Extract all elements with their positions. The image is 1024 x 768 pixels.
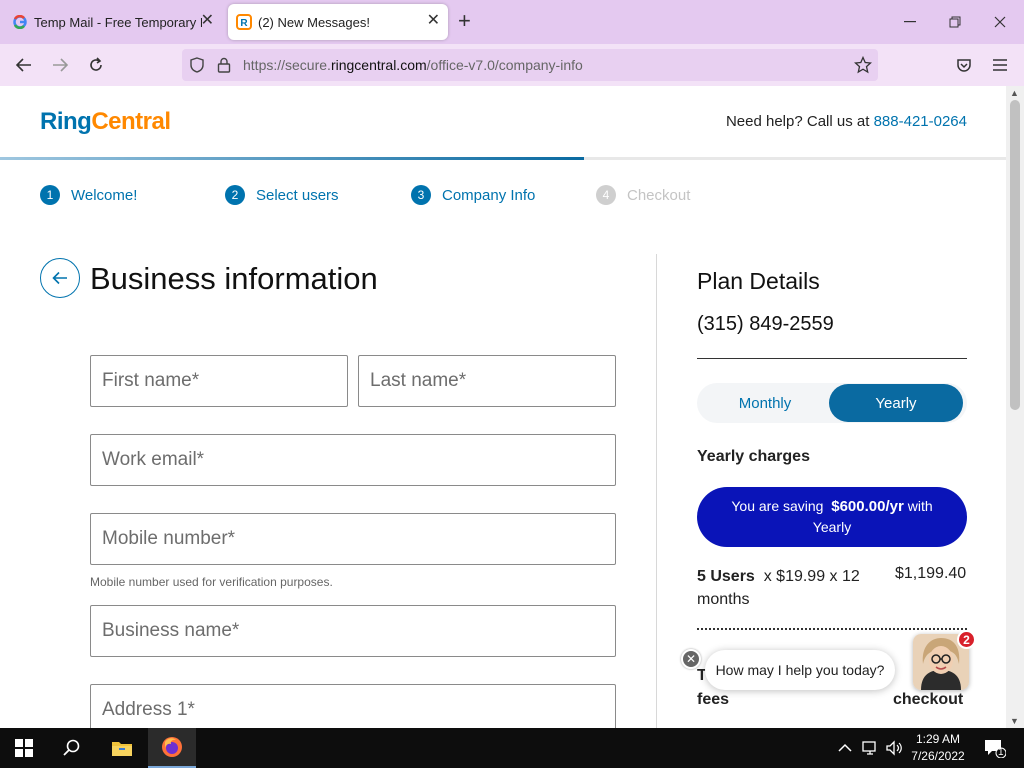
users-line-price: $1,199.40: [895, 565, 967, 582]
tab-new-messages[interactable]: R (2) New Messages! ✕: [228, 4, 448, 40]
file-explorer-icon[interactable]: [98, 728, 146, 768]
scroll-down-icon[interactable]: ▼: [1010, 716, 1019, 726]
plan-details-title: Plan Details: [697, 268, 820, 294]
first-name-input[interactable]: [91, 356, 347, 406]
close-tab-icon[interactable]: ✕: [201, 13, 214, 29]
first-name-field[interactable]: [90, 355, 348, 407]
help-phone-link[interactable]: 888-421-0264: [874, 113, 967, 130]
lock-icon[interactable]: [217, 57, 231, 78]
minimize-icon[interactable]: [900, 12, 920, 32]
close-tab-icon[interactable]: ✕: [427, 13, 440, 29]
url-text: https://secure.ringcentral.com/office-v7…: [243, 57, 583, 73]
pocket-icon[interactable]: [954, 55, 974, 75]
monthly-option[interactable]: Monthly: [698, 384, 832, 422]
yearly-charges-title: Yearly charges: [697, 448, 810, 465]
new-tab-icon[interactable]: +: [458, 10, 471, 32]
saving-badge: You are saving $600.00/yr with Yearly: [697, 487, 967, 547]
help-text: Need help? Call us at 888-421-0264: [725, 113, 967, 130]
reload-icon[interactable]: [86, 55, 106, 75]
scroll-up-icon[interactable]: ▲: [1010, 88, 1019, 98]
bookmark-star-icon[interactable]: [853, 55, 873, 79]
page-content: RingCentral Need help? Call us at 888-42…: [0, 86, 1006, 728]
tab-temp-mail[interactable]: Temp Mail - Free Temporary Em ✕: [4, 4, 222, 40]
back-button[interactable]: [40, 258, 80, 298]
forward-arrow-icon[interactable]: [50, 55, 70, 75]
billing-toggle: Monthly Yearly: [697, 383, 967, 423]
address1-field[interactable]: [90, 684, 616, 728]
progress-bar: [0, 157, 1006, 160]
business-name-field[interactable]: [90, 605, 616, 657]
dotted-divider: [697, 628, 967, 630]
last-name-field[interactable]: [358, 355, 616, 407]
address-bar[interactable]: https://secure.ringcentral.com/office-v7…: [182, 49, 878, 81]
system-clock[interactable]: 1:29 AM 7/26/2022: [908, 731, 968, 765]
close-window-icon[interactable]: [990, 12, 1010, 32]
step-welcome[interactable]: 1 Welcome!: [40, 185, 137, 205]
tab-title: Temp Mail - Free Temporary Em: [34, 14, 202, 30]
back-arrow-icon[interactable]: [14, 55, 34, 75]
volume-icon[interactable]: [886, 728, 904, 768]
shield-icon[interactable]: [190, 57, 204, 78]
step-company-info[interactable]: 3 Company Info: [411, 185, 535, 205]
ringcentral-logo[interactable]: RingCentral: [40, 108, 171, 136]
chat-unread-badge: 2: [957, 630, 976, 649]
tray-chevron-icon[interactable]: [838, 728, 852, 768]
last-name-input[interactable]: [359, 356, 615, 406]
mobile-helper-text: Mobile number used for verification purp…: [90, 575, 333, 589]
work-email-field[interactable]: [90, 434, 616, 486]
notification-count: 1: [998, 747, 1004, 758]
work-email-input[interactable]: [91, 435, 615, 485]
yearly-option[interactable]: Yearly: [829, 384, 963, 422]
chat-close-icon[interactable]: ✕: [681, 649, 701, 669]
step-select-users[interactable]: 2 Select users: [225, 185, 339, 205]
mobile-number-input[interactable]: [91, 514, 615, 564]
ringcentral-favicon: R: [236, 14, 252, 30]
network-icon[interactable]: [862, 728, 880, 768]
arrow-left-icon: [52, 271, 67, 285]
address1-input[interactable]: [91, 685, 615, 728]
firefox-icon[interactable]: [148, 728, 196, 768]
page-scrollbar[interactable]: ▲ ▼: [1006, 86, 1024, 728]
column-divider: [656, 254, 657, 728]
browser-nav-bar: https://secure.ringcentral.com/office-v7…: [0, 44, 1024, 86]
plan-phone-number: (315) 849-2559: [697, 313, 834, 335]
progress-fill: [0, 157, 584, 160]
plan-divider: [697, 358, 967, 359]
windows-taskbar: 1:29 AM 7/26/2022 1: [0, 728, 1024, 768]
page-title: Business information: [90, 261, 378, 296]
chat-prompt-bubble[interactable]: How may I help you today?: [705, 650, 895, 690]
step-checkout: 4 Checkout: [596, 185, 690, 205]
windows-start-icon[interactable]: [0, 728, 48, 768]
mobile-number-field[interactable]: [90, 513, 616, 565]
svg-text:R: R: [240, 18, 248, 29]
search-icon[interactable]: [48, 728, 96, 768]
notifications-icon[interactable]: 1: [984, 728, 1006, 768]
business-name-input[interactable]: [91, 606, 615, 656]
menu-hamburger-icon[interactable]: [990, 55, 1010, 75]
scroll-thumb[interactable]: [1010, 100, 1020, 410]
users-line-item: 5 Users x $19.99 x 12 months: [697, 568, 860, 608]
restore-icon[interactable]: [945, 12, 965, 32]
browser-tab-strip: Temp Mail - Free Temporary Em ✕ R (2) Ne…: [0, 0, 1024, 44]
tab-title: (2) New Messages!: [258, 14, 370, 30]
google-icon: [12, 14, 28, 30]
